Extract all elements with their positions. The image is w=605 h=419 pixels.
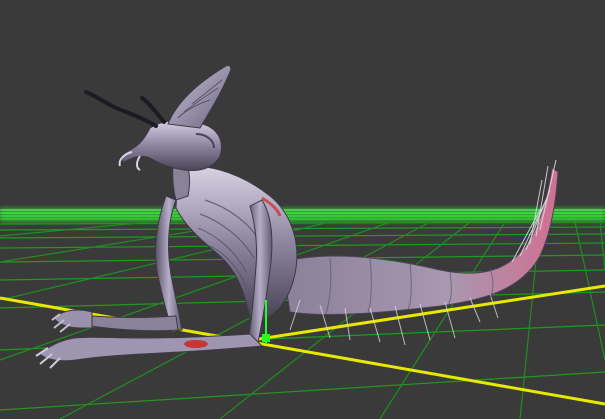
gizmo-x-handle (184, 340, 208, 348)
horizon-glow (0, 208, 605, 222)
3d-viewport[interactable] (0, 0, 605, 419)
viewport-canvas[interactable] (0, 0, 605, 419)
gizmo-center (262, 334, 270, 342)
